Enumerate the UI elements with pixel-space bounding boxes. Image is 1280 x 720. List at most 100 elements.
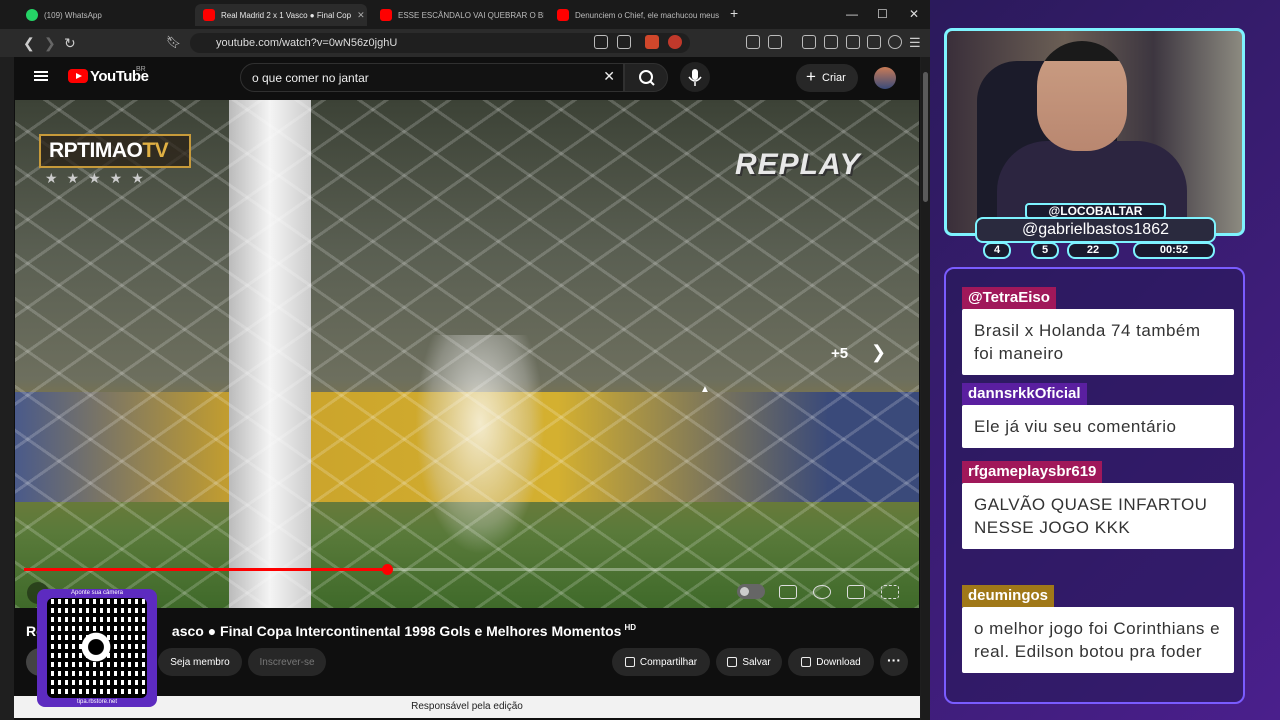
- bookmark-save-icon: [727, 657, 738, 667]
- streamer-face: [1037, 41, 1127, 151]
- save-button[interactable]: Salvar: [716, 648, 782, 676]
- youtube-icon: [203, 9, 215, 21]
- replay-banner: REPLAY: [735, 148, 861, 181]
- chat-text: Ele já viu seu comentário: [962, 405, 1234, 448]
- vpn-icon[interactable]: [888, 35, 902, 49]
- ai-icon[interactable]: [867, 35, 881, 49]
- chat-username: rfgameplaysbr619: [962, 461, 1103, 483]
- footer-text: Responsável pela edição: [411, 701, 523, 712]
- save-label: Salvar: [742, 657, 771, 668]
- fullscreen-icon[interactable]: [881, 585, 899, 599]
- chat-message: @TetraEiso Brasil x Holanda 74 também fo…: [962, 287, 1234, 375]
- menu-icon[interactable]: ☰: [909, 35, 921, 51]
- share-label: Compartilhar: [639, 657, 698, 668]
- cast-icon[interactable]: [594, 35, 608, 49]
- tab-bar: (109) WhatsApp Real Madrid 2 x 1 Vasco ●…: [0, 0, 930, 29]
- watermark-text: RPTIMAO: [49, 139, 143, 162]
- subtitles-icon[interactable]: [779, 585, 797, 599]
- share-button[interactable]: Compartilhar: [612, 648, 710, 676]
- qr-code-icon: [47, 598, 147, 698]
- microphone-icon: [688, 69, 702, 86]
- progress-bar[interactable]: [24, 564, 910, 575]
- url-field[interactable]: youtube.com/watch?v=0wN56z0jghU: [190, 33, 690, 53]
- chat-message: dannsrkkOficial Ele já viu seu comentári…: [962, 383, 1234, 448]
- scrollbar[interactable]: [921, 57, 930, 720]
- create-button[interactable]: Criar: [796, 64, 858, 92]
- back-icon[interactable]: ❮: [23, 35, 35, 52]
- qr-code-overlay: Aponte sua câmera tipa.rbstore.net: [37, 589, 157, 707]
- search-text: o que comer no jantar: [252, 71, 369, 85]
- clear-search-icon[interactable]: ✕: [603, 68, 615, 85]
- tab-real-madrid[interactable]: Real Madrid 2 x 1 Vasco ● Final Cop ✕: [195, 4, 367, 26]
- rewards-icon[interactable]: [668, 35, 682, 49]
- search-button[interactable]: [624, 63, 668, 92]
- reload-icon[interactable]: ↻: [64, 35, 76, 52]
- chat-message: deumingos o melhor jogo foi Corinthians …: [962, 585, 1234, 673]
- media-icon[interactable]: [802, 35, 816, 49]
- minimize-icon[interactable]: —: [846, 7, 858, 21]
- chat-overlay: @TetraEiso Brasil x Holanda 74 também fo…: [944, 267, 1245, 704]
- youtube-header: YouTube BR o que comer no jantar ✕ Criar: [14, 57, 920, 99]
- tab-escandalo[interactable]: ESSE ESCÂNDALO VAI QUEBRAR O BRASIL E: [372, 4, 544, 26]
- join-label: Seja membro: [170, 657, 230, 668]
- subscribe-button[interactable]: Inscrever-se: [248, 648, 326, 676]
- chevron-right-icon[interactable]: ❯: [871, 342, 886, 363]
- join-button[interactable]: Seja membro: [158, 648, 242, 676]
- chat-username: @TetraEiso: [962, 287, 1056, 309]
- screenshot-icon[interactable]: [768, 35, 782, 49]
- download-label: Download: [816, 657, 861, 668]
- country-code: BR: [136, 66, 146, 73]
- settings-icon[interactable]: [813, 585, 831, 599]
- more-actions-button[interactable]: ···: [880, 648, 908, 676]
- stat-badge: 4: [983, 242, 1011, 259]
- forward-icon[interactable]: ❯: [44, 35, 56, 52]
- chat-message: rfgameplaysbr619 GALVÃO QUASE INFARTOU N…: [962, 461, 1234, 549]
- chat-text: o melhor jogo foi Corinthians e real. Ed…: [962, 607, 1234, 673]
- url-text: youtube.com/watch?v=0wN56z0jghU: [216, 37, 398, 49]
- address-toolbar: ❮ ❯ ↻ 🔖︎ youtube.com/watch?v=0wN56z0jghU…: [0, 29, 930, 57]
- video-player[interactable]: RPTIMAOTV ★★★★★ REPLAY +5 ❯ ▲: [15, 100, 919, 608]
- search-icon: [639, 70, 655, 86]
- scrollbar-thumb[interactable]: [923, 72, 928, 202]
- close-tab-icon[interactable]: ✕: [357, 10, 365, 21]
- hamburger-menu-icon[interactable]: [34, 71, 48, 81]
- share-page-icon[interactable]: [617, 35, 631, 49]
- chat-username: dannsrkkOficial: [962, 383, 1087, 405]
- brave-shield-icon[interactable]: [645, 35, 659, 49]
- stat-badge: 22: [1067, 242, 1119, 259]
- maximize-icon[interactable]: ☐: [877, 7, 888, 21]
- extensions-icon[interactable]: [746, 35, 760, 49]
- avatar[interactable]: [874, 67, 896, 89]
- miniplayer-icon[interactable]: [847, 585, 865, 599]
- chat-text: GALVÃO QUASE INFARTOU NESSE JOGO KKK: [962, 483, 1234, 549]
- youtube-icon: [557, 9, 569, 21]
- close-window-icon[interactable]: ✕: [909, 7, 919, 21]
- tab-title: Denunciem o Chief, ele machucou meus sen: [575, 10, 721, 20]
- featured-user: @gabrielbastos1862: [975, 217, 1216, 243]
- watermark-stars: ★★★★★: [45, 170, 153, 186]
- wallet-icon[interactable]: [846, 35, 860, 49]
- qr-bottom-text: tipa.rbstore.net: [76, 699, 118, 705]
- sidebar-icon[interactable]: [824, 35, 838, 49]
- download-icon: [801, 657, 812, 667]
- whatsapp-icon: [26, 9, 38, 21]
- more-videos-count[interactable]: +5: [831, 345, 848, 362]
- video-title-rest: asco ● Final Copa Intercontinental 1998 …: [171, 623, 622, 639]
- autoplay-toggle[interactable]: [737, 584, 765, 599]
- qr-top-text: Aponte sua câmera: [70, 590, 124, 596]
- tab-whatsapp[interactable]: (109) WhatsApp: [18, 4, 190, 26]
- streamer-nameplate: @LOCOBALTAR @gabrielbastos1862 4 5 22 00…: [975, 203, 1216, 259]
- new-tab-icon[interactable]: +: [730, 5, 738, 21]
- tab-title: (109) WhatsApp: [44, 10, 102, 20]
- mouse-cursor-icon: ▲: [700, 384, 710, 395]
- bookmark-icon[interactable]: 🔖︎: [166, 35, 181, 49]
- download-button[interactable]: Download: [788, 648, 874, 676]
- search-input[interactable]: o que comer no jantar ✕: [240, 63, 624, 92]
- tab-denunciem[interactable]: Denunciem o Chief, ele machucou meus sen: [549, 4, 721, 26]
- progress-fill: [24, 568, 388, 571]
- create-label: Criar: [822, 72, 846, 84]
- voice-search-button[interactable]: [680, 62, 710, 92]
- chat-text: Brasil x Holanda 74 também foi maneiro: [962, 309, 1234, 375]
- tab-title: ESSE ESCÂNDALO VAI QUEBRAR O BRASIL E: [398, 10, 544, 20]
- youtube-logo-icon[interactable]: [68, 69, 88, 83]
